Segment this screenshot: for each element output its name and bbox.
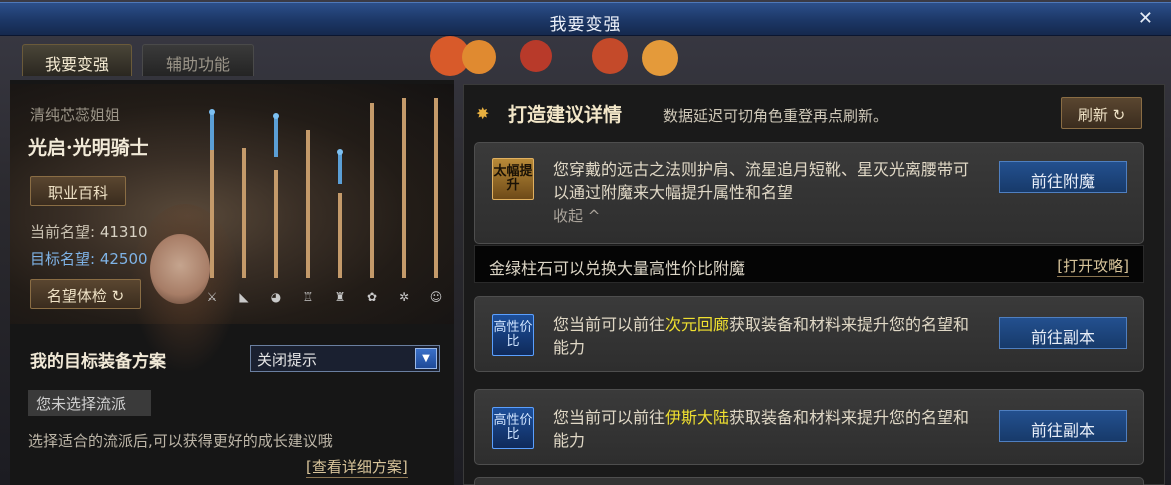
bottom-icon[interactable]: ♜ xyxy=(332,290,348,306)
suggestion-card-partial xyxy=(474,477,1144,485)
tip-strip: 金绿柱石可以兑换大量高性价比附魔 [打开攻略] xyxy=(474,245,1144,283)
weapon-icon[interactable]: ⚔ xyxy=(204,290,220,306)
chevron-down-icon[interactable]: ▼ xyxy=(415,348,437,369)
fame-check-button[interactable]: 名望体检 ↻ xyxy=(30,279,141,309)
slot-fame-bar xyxy=(242,148,246,278)
slot-fame-bar xyxy=(370,103,374,278)
high-value-badge: 高性价比 xyxy=(492,314,534,356)
refresh-button[interactable]: 刷新 ↻ xyxy=(1061,97,1142,129)
fruit-decoration xyxy=(592,38,628,74)
shoes-icon[interactable]: ✿ xyxy=(364,290,380,306)
window-titlebar: 我要变强 ✕ xyxy=(0,2,1171,36)
fruit-decoration xyxy=(520,40,552,72)
target-fame-value: 42500 xyxy=(99,250,148,268)
window-title: 我要变强 xyxy=(549,15,622,35)
slot-fame-bar xyxy=(434,98,438,278)
close-icon[interactable]: ✕ xyxy=(1138,8,1153,29)
fame-check-label: 名望体检 xyxy=(46,287,107,305)
current-fame-value: 41310 xyxy=(99,223,148,241)
suggestions-subtitle: 数据延迟可切角色重登再点刷新。 xyxy=(663,107,889,125)
refresh-icon: ↻ xyxy=(1112,106,1126,124)
tab-get-stronger[interactable]: 我要变强 xyxy=(22,44,132,76)
suggestion-text: 您当前可以前往次元回廊获取装备和材料来提升您的名望和能力 xyxy=(553,313,973,359)
fruit-decoration xyxy=(642,40,678,76)
class-wiki-button[interactable]: 职业百科 xyxy=(30,176,126,206)
fruit-decoration xyxy=(462,40,496,74)
go-dungeon-button[interactable]: 前往副本 xyxy=(999,410,1127,442)
hint-select[interactable]: 关闭提示 ▼ xyxy=(250,345,440,372)
high-value-badge: 高性价比 xyxy=(492,407,534,449)
slot-target-bar xyxy=(274,116,278,157)
slot-target-bar xyxy=(338,152,342,184)
slot-fame-bar xyxy=(306,130,310,278)
slot-fame-bar xyxy=(209,109,215,278)
current-fame: 当前名望: 41310 xyxy=(30,221,148,242)
top-icon[interactable]: ◕ xyxy=(268,290,284,306)
suggestion-card: 高性价比 您当前可以前往伊斯大陆获取装备和材料来提升您的名望和能力 前往副本 xyxy=(474,389,1144,465)
suggestion-card: 太幅提升 您穿戴的远古之法则护肩、流星追月短靴、星灭光离腰带可以通过附魔来大幅提… xyxy=(474,142,1144,244)
shoulder-icon[interactable]: ◣ xyxy=(236,290,252,306)
character-class: 光启·光明骑士 xyxy=(28,137,149,159)
hint-select-value: 关闭提示 xyxy=(257,351,318,369)
current-fame-label: 当前名望: xyxy=(30,223,96,241)
character-name: 清纯芯蕊姐姐 xyxy=(30,106,121,124)
tip-text: 金绿柱石可以兑换大量高性价比附魔 xyxy=(489,259,746,278)
suggestion-text: 您当前可以前往伊斯大陆获取装备和材料来提升您的名望和能力 xyxy=(553,406,973,452)
slot-fame-chart: ⚔ ◣ ◕ ♖ ♜ ✿ ✲ ☺ xyxy=(200,96,450,308)
faction-hint: 选择适合的流派后,可以获得更好的成长建议哦 xyxy=(28,432,333,450)
no-faction-badge: 您未选择流派 xyxy=(28,390,151,416)
plan-title: 我的目标装备方案 xyxy=(30,352,166,372)
dungeon-name: 次元回廊 xyxy=(665,315,730,334)
slot-fame-bar xyxy=(337,149,343,278)
slot-target-marker xyxy=(209,109,215,115)
suggestion-text-before: 您当前可以前往 xyxy=(553,408,666,427)
craft-icon: ✸ xyxy=(476,104,490,123)
suggestion-card: 高性价比 您当前可以前往次元回廊获取装备和材料来提升您的名望和能力 前往副本 xyxy=(474,296,1144,372)
bracelet-icon[interactable]: ✲ xyxy=(396,290,412,306)
view-detail-plan-link[interactable]: [查看详细方案] xyxy=(306,456,408,478)
collapse-toggle[interactable]: 收起 ^ xyxy=(553,205,600,226)
tab-assist[interactable]: 辅助功能 xyxy=(142,44,254,76)
suggestion-text: 您穿戴的远古之法则护肩、流星追月短靴、星灭光离腰带可以通过附魔来大幅提升属性和名… xyxy=(553,160,970,202)
go-enchant-button[interactable]: 前往附魔 xyxy=(999,161,1127,193)
dungeon-name: 伊斯大陆 xyxy=(665,408,730,427)
big-boost-badge: 太幅提升 xyxy=(492,158,534,200)
target-fame: 目标名望: 42500 xyxy=(30,248,148,269)
go-dungeon-button[interactable]: 前往副本 xyxy=(999,317,1127,349)
refresh-label: 刷新 xyxy=(1077,106,1108,124)
slot-target-bar xyxy=(210,112,214,150)
slot-target-marker xyxy=(337,149,343,155)
refresh-icon: ↻ xyxy=(111,287,125,305)
slot-fame-bar xyxy=(273,113,279,278)
necklace-icon[interactable]: ☺ xyxy=(428,290,444,306)
target-fame-label: 目标名望: xyxy=(30,250,96,268)
suggestion-text-before: 您当前可以前往 xyxy=(553,315,666,334)
slot-fame-bar xyxy=(402,98,406,278)
belt-icon[interactable]: ♖ xyxy=(300,290,316,306)
suggestions-title: 打造建议详情 xyxy=(508,104,623,126)
slot-target-marker xyxy=(273,113,279,119)
open-guide-link[interactable]: [打开攻略] xyxy=(1057,255,1129,277)
